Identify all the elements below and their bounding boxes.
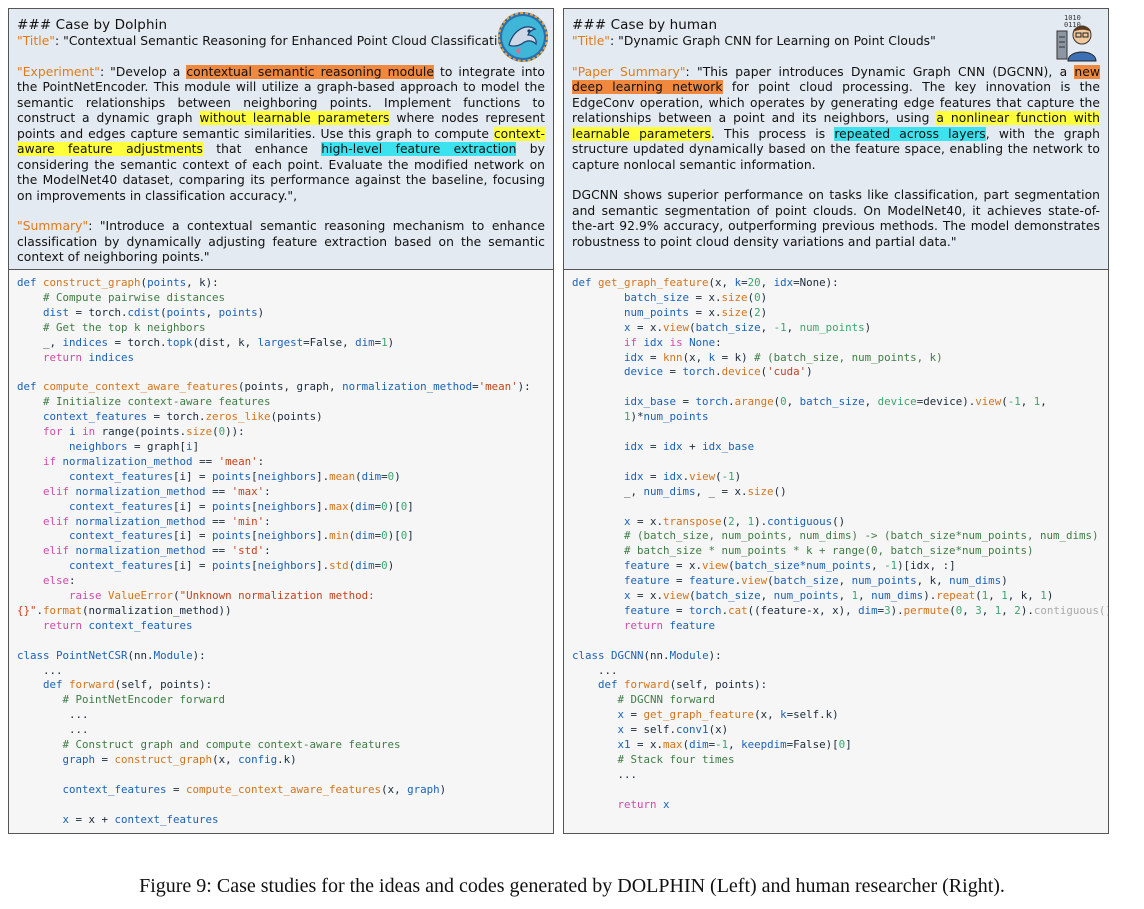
dolphin-summary-text: "Summary": "Introduce a contextual seman… [17, 219, 545, 264]
human-case-heading: ### Case by human [572, 17, 718, 33]
human-case-panel: ### Case by human "Title": "Dynamic Grap… [563, 8, 1109, 834]
dolphin-experiment-text: "Experiment": "Develop a contextual sema… [17, 64, 545, 203]
dolphin-code-section: def construct_graph(points, k): # Comput… [9, 270, 553, 833]
human-researcher-icon: 1010 0110 [1056, 14, 1097, 62]
human-code-section: def get_graph_feature(x, k=20, idx=None)… [564, 270, 1108, 833]
human-paper-summary-text: "Paper Summary": "This paper introduces … [572, 64, 1101, 172]
dolphin-title-line: "Title": "Contextual Semantic Reasoning … [17, 34, 519, 48]
human-paragraph-2: DGCNN shows superior performance on task… [572, 188, 1100, 249]
human-title-line: "Title": "Dynamic Graph CNN for Learning… [572, 34, 936, 48]
dolphin-code-block: def construct_graph(points, k): # Comput… [17, 276, 531, 826]
highlight-cyan: high-level feature extraction [321, 142, 517, 156]
highlight-orange: contextual semantic reasoning module [186, 64, 435, 79]
human-code-block: def get_graph_feature(x, k=20, idx=None)… [572, 276, 1108, 811]
human-idea-section: ### Case by human "Title": "Dynamic Grap… [564, 9, 1108, 270]
dolphin-case-panel: ### Case by Dolphin "Title": "Contextual… [8, 8, 554, 834]
dolphin-case-heading: ### Case by Dolphin [17, 17, 168, 33]
figure-caption: Figure 9: Case studies for the ideas and… [139, 875, 1005, 897]
dolphin-idea-section: ### Case by Dolphin "Title": "Contextual… [9, 9, 553, 270]
highlight-yellow: without learnable parameters [199, 111, 390, 125]
dolphin-logo-icon [498, 12, 548, 62]
highlight-cyan: repeated across layers [834, 126, 986, 141]
